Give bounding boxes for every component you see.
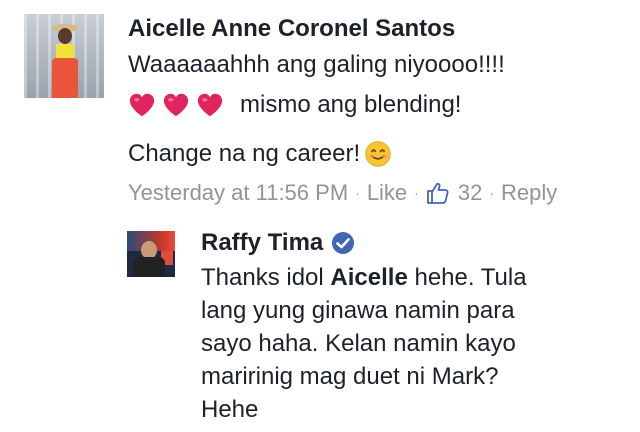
smile-emoji-icon (365, 141, 391, 167)
hearts-group (128, 92, 230, 118)
comment-meta: Yesterday at 11:56 PM · Like · 32 · Repl… (128, 180, 557, 206)
comment-author-name[interactable]: Aicelle Anne Coronel Santos (128, 15, 455, 43)
reply-text-segment: hehe. Tula (407, 264, 527, 291)
mention-link[interactable]: Aicelle (330, 264, 407, 291)
comment-text-line: mismo ang blending! (128, 91, 461, 119)
reply-text-line: Thanks idol Aicelle hehe. Tula (201, 261, 621, 294)
comment-text: mismo ang blending! (240, 91, 462, 118)
reply-text: Thanks idol Aicelle hehe. Tula lang yung… (201, 261, 621, 426)
like-link[interactable]: Like (367, 180, 407, 206)
thumbs-up-icon[interactable] (426, 181, 450, 205)
reply-text-line: sayo haha. Kelan namin kayo (201, 330, 516, 357)
heart-icon (129, 93, 155, 117)
reply-author-name[interactable]: Raffy Tima (201, 229, 323, 257)
timestamp-link[interactable]: Yesterday at 11:56 PM (128, 180, 348, 206)
separator: · (414, 185, 419, 201)
reply-text-line: lang yung ginawa namin para (201, 297, 515, 324)
heart-icon (163, 93, 189, 117)
separator: · (355, 185, 360, 201)
separator: · (489, 185, 494, 201)
reply-text-segment: Thanks idol (201, 264, 331, 291)
comment-text-line: Change na ng career! (128, 140, 392, 168)
like-count[interactable]: 32 (458, 180, 482, 206)
avatar[interactable] (127, 231, 175, 277)
verified-badge-icon (332, 232, 355, 254)
reply-author: Raffy Tima (201, 229, 355, 257)
reply-link[interactable]: Reply (501, 180, 557, 206)
reply-text-line: Hehe (201, 396, 259, 423)
reply-text-line: maririnig mag duet ni Mark? (201, 363, 499, 390)
avatar[interactable] (24, 14, 104, 98)
comment-text-line: Waaaaaahhh ang galing niyoooo!!!! (128, 51, 505, 78)
comment-text: Change na ng career! (128, 140, 361, 167)
heart-icon (197, 93, 223, 117)
